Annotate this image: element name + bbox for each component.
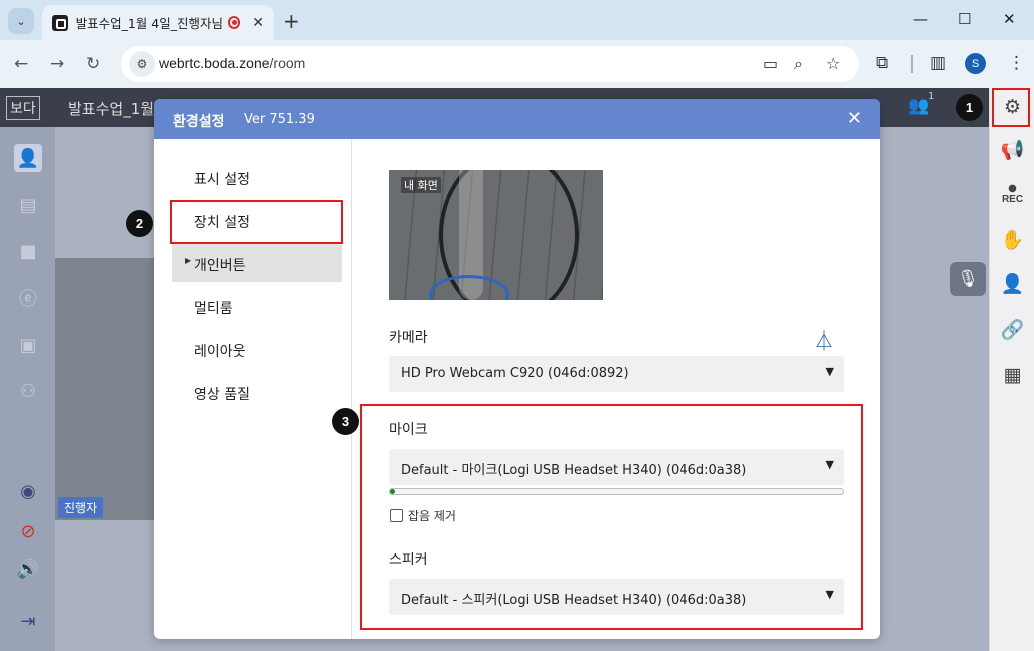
left-toolbar: 👤 ▤ ■ ⓔ ▣ ⚇ ◉ ⊘ 🔊 ⇥	[0, 127, 55, 651]
close-tab-icon[interactable]: ✕	[252, 15, 264, 31]
site-info-icon[interactable]: ⚙	[129, 51, 155, 77]
camera-preview: 내 화면	[389, 170, 603, 300]
preview-label: 내 화면	[401, 177, 441, 193]
profile-avatar[interactable]: S	[965, 53, 986, 74]
tab-title: 발표수업_1월 4일_진행자님	[75, 16, 222, 31]
menu-dots-icon[interactable]: ⋮	[1008, 53, 1025, 73]
extensions-icon[interactable]: ⧉	[876, 53, 888, 73]
reload-button[interactable]: ↻	[86, 54, 100, 74]
dialog-close-button[interactable]: ✕	[847, 108, 862, 129]
screen-share-icon[interactable]: ▣	[14, 331, 42, 359]
dialog-title: 환경설정	[173, 114, 225, 130]
menu-item-display[interactable]: 표시 설정	[194, 169, 250, 189]
tab-strip: ⌄ 발표수업_1월 4일_진행자님 ✕ + — ☐ ✕	[0, 0, 1034, 40]
zoom-icon[interactable]: ⌕	[794, 54, 803, 74]
url-text: webrtc.boda.zone/room	[159, 55, 305, 71]
gallery-view-icon[interactable]: ▦	[990, 364, 1034, 386]
dialog-version: Ver 751.39	[244, 112, 315, 127]
camera-in-use-icon[interactable]: ▭	[763, 54, 778, 73]
browser-toolbar: ← → ↻ ⚙ webrtc.boda.zone/room ▭ ⌕ ☆ ⧉ ▥ …	[0, 40, 1034, 88]
record-dot-icon: ●	[1008, 183, 1017, 194]
participant-count: 1	[928, 91, 935, 102]
add-user-icon[interactable]: 👤	[990, 272, 1034, 295]
callout-1: 1	[956, 94, 983, 121]
chevron-down-icon: ⌄	[16, 14, 26, 28]
camera-select-value: HD Pro Webcam C920 (046d:0892)	[401, 366, 629, 381]
settings-dialog: 환경설정 Ver 751.39 ✕ ▶ 표시 설정 장치 설정 개인버튼 멀티룸…	[154, 99, 880, 639]
caret-right-icon: ▶	[185, 256, 192, 265]
maximize-button[interactable]: ☐	[958, 10, 971, 28]
camera-label: 카메라	[389, 330, 428, 346]
rec-label: REC	[1001, 194, 1024, 205]
menu-item-personal-buttons[interactable]: 개인버튼	[194, 255, 246, 275]
participants-icon[interactable]: 👥	[908, 96, 929, 116]
recording-icon	[227, 16, 241, 29]
url-path: /room	[269, 55, 306, 71]
dialog-header: 환경설정 Ver 751.39 ✕	[154, 99, 880, 139]
site-favicon-icon	[52, 14, 68, 31]
menu-item-multiroom[interactable]: 멀티룸	[194, 298, 233, 318]
toolbar-divider	[911, 55, 913, 73]
side-panel-icon[interactable]: ▥	[930, 53, 946, 73]
webcam-icon[interactable]: ◉	[14, 477, 42, 505]
url-host: webrtc.boda.zone	[159, 55, 270, 71]
device-menu-highlight-box	[170, 200, 343, 244]
browser-tab[interactable]: 발표수업_1월 4일_진행자님 ✕	[42, 5, 274, 40]
minimize-button[interactable]: —	[913, 10, 928, 28]
app-logo: 보다	[6, 96, 40, 120]
mic-icon[interactable]: 🎙	[950, 262, 986, 296]
forward-button[interactable]: →	[50, 54, 64, 74]
right-toolbar: ⚙ 📢 ● REC ✋ 👤 🔗 ▦	[989, 88, 1034, 651]
callout-2: 2	[126, 210, 153, 237]
callout-3: 3	[332, 408, 359, 435]
browser-share-icon[interactable]: ⓔ	[14, 284, 42, 312]
address-bar[interactable]: ⚙ webrtc.boda.zone/room ▭ ⌕ ☆	[121, 46, 859, 82]
menu-item-video-quality[interactable]: 영상 품질	[194, 384, 250, 404]
whiteboard-icon[interactable]: ▤	[14, 191, 42, 219]
back-button[interactable]: ←	[14, 54, 28, 74]
mirror-flip-icon[interactable]: ⏃	[814, 325, 834, 354]
video-icon[interactable]: ■	[14, 237, 42, 265]
speaker-icon[interactable]: 🔊	[14, 555, 42, 583]
device-settings-highlight-box	[360, 404, 863, 630]
presenter-video-tile[interactable]	[55, 258, 165, 520]
new-tab-button[interactable]: +	[283, 9, 300, 33]
camera-select[interactable]: HD Pro Webcam C920 (046d:0892) ▼	[389, 356, 844, 392]
user-view-icon[interactable]: 👤	[14, 144, 42, 172]
link-icon[interactable]: 🔗	[990, 318, 1034, 341]
menu-item-layout[interactable]: 레이아웃	[194, 341, 246, 361]
raise-hand-icon[interactable]: ✋	[990, 228, 1034, 251]
settings-highlight-box	[992, 88, 1030, 127]
record-button[interactable]: ● REC	[990, 183, 1034, 205]
room-title: 발표수업_1월	[68, 100, 155, 118]
announcement-icon[interactable]: 📢	[990, 138, 1034, 161]
mic-muted-icon[interactable]: ⊘	[14, 517, 42, 545]
tab-search-button[interactable]: ⌄	[8, 8, 34, 34]
apps-icon[interactable]: ⚇	[14, 377, 42, 405]
exit-icon[interactable]: ⇥	[14, 607, 42, 635]
close-window-button[interactable]: ✕	[1003, 10, 1016, 28]
presenter-label: 진행자	[58, 497, 104, 518]
chevron-down-icon: ▼	[825, 365, 834, 378]
bookmark-star-icon[interactable]: ☆	[826, 54, 840, 73]
